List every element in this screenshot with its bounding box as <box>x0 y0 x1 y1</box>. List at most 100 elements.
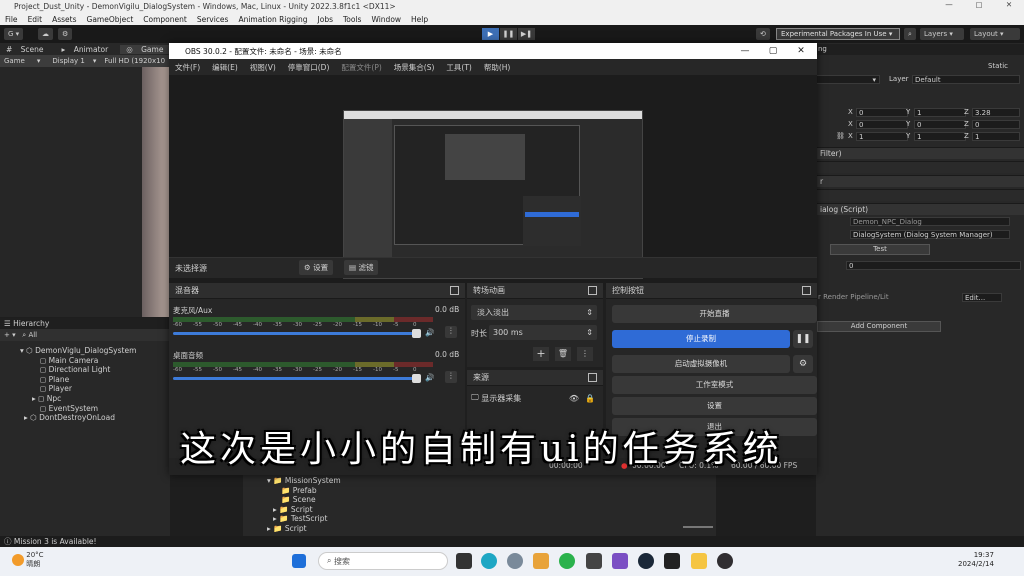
stop-record-button[interactable]: 停止录制 <box>612 330 790 348</box>
undock-icon[interactable] <box>588 286 597 295</box>
obs-menu-profile[interactable]: 配置文件(P) <box>335 62 387 73</box>
files-app-icon[interactable] <box>533 553 549 569</box>
filter-component-header[interactable]: Filter) <box>816 147 1024 159</box>
component-header[interactable] <box>816 161 1024 173</box>
list-item[interactable]: ◻ Plane <box>0 375 170 385</box>
resolution-dropdown[interactable]: Full HD (1920x10 <box>100 57 169 65</box>
minimize-icon[interactable]: — <box>731 43 759 59</box>
wechat-icon[interactable] <box>559 553 575 569</box>
volume-slider[interactable] <box>173 329 421 338</box>
dialog-system-field[interactable]: DialogSystem (Dialog System Manager) <box>850 230 1010 239</box>
lock-icon[interactable]: 🔒 <box>585 394 595 403</box>
rotation-z-field[interactable]: 0 <box>972 120 1020 129</box>
position-x-field[interactable]: 0 <box>856 108 908 117</box>
tab-animator[interactable]: ▸ Animator <box>56 45 121 54</box>
rotation-y-field[interactable]: 0 <box>914 120 966 129</box>
pause-record-icon[interactable]: ❚❚ <box>793 330 813 348</box>
inspector-tab[interactable]: ng <box>816 44 1024 55</box>
eye-icon[interactable]: 👁 <box>569 394 579 403</box>
link-icon[interactable]: ⛓ <box>836 131 845 142</box>
add-transition-icon[interactable]: + <box>533 347 549 361</box>
account-button[interactable]: G ▾ <box>4 28 24 40</box>
step-icon[interactable]: ▶❚ <box>518 28 535 40</box>
static-toggle[interactable]: Static <box>816 61 1024 72</box>
menu-file[interactable]: File <box>0 15 23 24</box>
layout-dropdown[interactable]: Layout ▾ <box>970 28 1020 40</box>
play-icon[interactable]: ▶ <box>482 28 499 40</box>
list-item[interactable]: ◻ Player <box>0 384 170 394</box>
steam-icon[interactable] <box>638 553 654 569</box>
undock-icon[interactable] <box>450 286 459 295</box>
menu-gameobject[interactable]: GameObject <box>82 15 139 24</box>
taskbar-search[interactable]: ⌕ 搜索 <box>318 552 448 570</box>
component-header[interactable] <box>816 189 1024 201</box>
duration-input[interactable]: 300 ms ⇕ <box>489 325 597 340</box>
folder-item[interactable]: 📁 Scene <box>267 495 716 505</box>
obs-menu-edit[interactable]: 编辑(E) <box>206 62 244 73</box>
r-component-header[interactable]: r <box>816 175 1024 187</box>
folder-icon[interactable] <box>691 553 707 569</box>
pause-icon[interactable]: ❚❚ <box>500 28 517 40</box>
menu-tools[interactable]: Tools <box>338 15 366 24</box>
hierarchy-search[interactable]: + ▾ ⌕ All <box>0 329 170 341</box>
position-z-field[interactable]: 3.28 <box>972 108 1020 117</box>
cloud-icon[interactable]: ☁ <box>38 28 53 40</box>
menu-assets[interactable]: Assets <box>47 15 81 24</box>
settings-app-icon[interactable] <box>507 553 523 569</box>
position-y-field[interactable]: 1 <box>914 108 966 117</box>
game-mode-dropdown[interactable]: Game <box>0 57 29 65</box>
maximize-icon[interactable]: ▢ <box>964 0 994 13</box>
undock-icon[interactable] <box>588 373 597 382</box>
maximize-icon[interactable]: ▢ <box>759 43 787 59</box>
task-view-icon[interactable] <box>456 553 472 569</box>
volume-slider[interactable] <box>173 374 421 383</box>
folder-item[interactable]: ▸ 📁 Script <box>267 524 716 534</box>
close-icon[interactable]: ✕ <box>994 0 1024 13</box>
folder-item[interactable]: ▸ 📁 Script <box>267 505 716 515</box>
experimental-packages-badge[interactable]: Experimental Packages In Use ▾ <box>776 28 900 40</box>
status-message[interactable]: Mission 3 is Available! <box>14 537 97 546</box>
close-icon[interactable]: ✕ <box>787 43 815 59</box>
menu-help[interactable]: Help <box>406 15 433 24</box>
menu-window[interactable]: Window <box>366 15 406 24</box>
spinner-icon[interactable]: ⇕ <box>586 328 593 337</box>
number-field[interactable]: 0 <box>846 261 1021 270</box>
obs-menu-docks[interactable]: 停靠窗口(D) <box>282 62 336 73</box>
folder-item[interactable]: 📁 Prefab <box>267 486 716 496</box>
obs-preview[interactable] <box>343 110 643 279</box>
menu-edit[interactable]: Edit <box>23 15 48 24</box>
menu-component[interactable]: Component <box>138 15 192 24</box>
hierarchy-tab[interactable]: ☰ Hierarchy <box>0 318 170 329</box>
obs-menu-tools[interactable]: 工具(T) <box>440 62 477 73</box>
layers-dropdown[interactable]: Layers ▾ <box>920 28 964 40</box>
list-item[interactable]: ◻ EventSystem <box>0 404 170 414</box>
transition-type-dropdown[interactable]: 淡入淡出 ⇕ <box>471 305 597 320</box>
edge-icon[interactable] <box>481 553 497 569</box>
source-filters-button[interactable]: ▤ 滤镜 <box>344 260 379 275</box>
unity-hub-icon[interactable] <box>586 553 602 569</box>
tag-dropdown[interactable]: ▾ <box>816 75 880 84</box>
delete-transition-icon[interactable]: 🗑 <box>555 347 571 361</box>
folder-item[interactable]: ▾ 📁 MissionSystem <box>267 476 716 486</box>
list-item[interactable]: ◻ Main Camera <box>0 356 170 366</box>
undock-icon[interactable] <box>802 286 811 295</box>
start-stream-button[interactable]: 开始直播 <box>612 305 817 323</box>
obs-menu-file[interactable]: 文件(F) <box>169 62 206 73</box>
speaker-icon[interactable]: 🔊 <box>425 328 434 337</box>
obs-menu-help[interactable]: 帮助(H) <box>478 62 517 73</box>
system-clock[interactable]: 19:37 2024/2/14 <box>958 551 994 569</box>
more-icon[interactable]: ⋮ <box>445 326 457 338</box>
rotation-x-field[interactable]: 0 <box>856 120 908 129</box>
obs-menu-scene-collection[interactable]: 场景集合(S) <box>388 62 441 73</box>
source-item[interactable]: 🖵 显示器采集 👁 🔒 <box>471 390 599 406</box>
add-icon[interactable]: + ▾ <box>4 331 16 339</box>
obs-icon[interactable] <box>717 553 733 569</box>
virtual-camera-button[interactable]: 启动虚拟摄像机 <box>612 355 790 373</box>
speaker-icon[interactable]: 🔊 <box>425 373 434 382</box>
scale-z-field[interactable]: 1 <box>972 132 1020 141</box>
settings-icon[interactable]: ⚙ <box>58 28 73 40</box>
test-button[interactable]: Test <box>830 244 930 255</box>
history-icon[interactable]: ⟲ <box>756 28 770 40</box>
unity-icon[interactable] <box>664 553 680 569</box>
dialog-script-header[interactable]: ialog (Script) <box>816 203 1024 215</box>
